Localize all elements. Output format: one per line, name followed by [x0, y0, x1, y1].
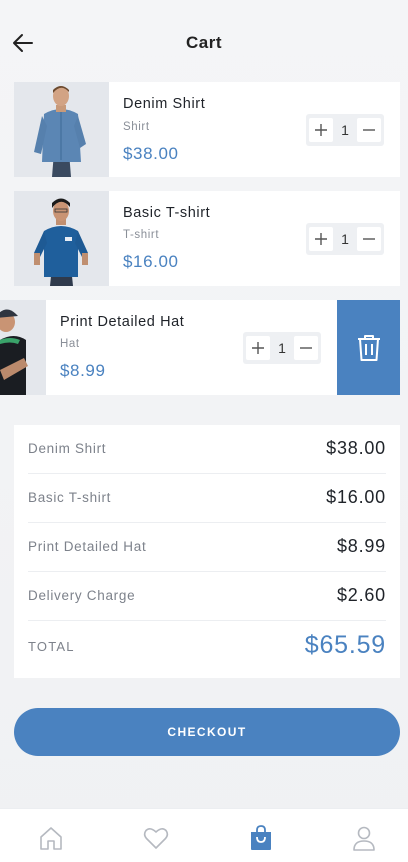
- summary-row: Delivery Charge $2.60: [28, 572, 386, 621]
- total-value: $65.59: [304, 631, 386, 659]
- user-icon[interactable]: [350, 824, 378, 852]
- summary-label: Delivery Charge: [28, 588, 136, 603]
- item-category: T-shirt: [123, 229, 160, 241]
- plus-icon: [315, 233, 327, 245]
- tshirt-photo: [14, 191, 109, 286]
- total-row: TOTAL $65.59: [28, 621, 386, 670]
- item-name: Denim Shirt: [123, 96, 206, 112]
- order-summary: Denim Shirt $38.00 Basic T-shirt $16.00 …: [14, 425, 400, 678]
- item-price: $16.00: [123, 252, 179, 271]
- increment-button[interactable]: [309, 227, 333, 251]
- product-image: [14, 191, 109, 286]
- bag-icon[interactable]: [247, 824, 275, 852]
- item-price: $8.99: [60, 361, 106, 380]
- decrement-button[interactable]: [356, 118, 381, 142]
- summary-label: Denim Shirt: [28, 441, 107, 456]
- quantity-stepper[interactable]: 1: [243, 332, 321, 364]
- minus-icon: [299, 347, 312, 349]
- plus-icon: [252, 342, 264, 354]
- item-name: Print Detailed Hat: [60, 314, 185, 330]
- total-label: TOTAL: [28, 639, 75, 654]
- quantity-value: 1: [278, 340, 286, 356]
- minus-icon: [362, 129, 375, 131]
- plus-icon: [315, 124, 327, 136]
- summary-row: Basic T-shirt $16.00: [28, 474, 386, 523]
- cart-item-swiped[interactable]: Print Detailed Hat Hat $8.99 1: [0, 300, 337, 395]
- increment-button[interactable]: [309, 118, 333, 142]
- minus-icon: [362, 238, 375, 240]
- summary-value: $8.99: [336, 536, 386, 556]
- app-header: Cart: [0, 0, 408, 84]
- quantity-stepper[interactable]: 1: [306, 114, 384, 146]
- item-name: Basic T-shirt: [123, 205, 211, 221]
- home-icon[interactable]: [37, 824, 65, 852]
- quantity-value: 1: [341, 231, 349, 247]
- delete-item-button[interactable]: [337, 300, 400, 395]
- decrement-button[interactable]: [293, 336, 318, 360]
- quantity-value: 1: [341, 122, 349, 138]
- heart-icon[interactable]: [142, 824, 170, 852]
- product-image: [0, 300, 46, 395]
- page-title: Cart: [185, 33, 222, 52]
- checkout-button[interactable]: CHECKOUT: [14, 708, 400, 756]
- summary-label: Print Detailed Hat: [28, 539, 147, 554]
- quantity-stepper[interactable]: 1: [306, 223, 384, 255]
- decrement-button[interactable]: [356, 227, 381, 251]
- denim-shirt-photo: [14, 82, 109, 177]
- item-price: $38.00: [123, 144, 179, 163]
- summary-row: Print Detailed Hat $8.99: [28, 523, 386, 572]
- cart-item[interactable]: Basic T-shirt T-shirt $16.00 1: [14, 191, 400, 286]
- item-category: Hat: [60, 338, 80, 350]
- hat-photo: [0, 300, 46, 395]
- summary-value: $16.00: [326, 487, 386, 507]
- summary-row: Denim Shirt $38.00: [28, 425, 386, 474]
- trash-icon: [357, 334, 380, 361]
- item-category: Shirt: [123, 121, 150, 133]
- summary-value: $2.60: [336, 585, 386, 605]
- product-image: [14, 82, 109, 177]
- cart-item[interactable]: Denim Shirt Shirt $38.00 1: [14, 82, 400, 177]
- bottom-nav: [0, 808, 408, 862]
- summary-label: Basic T-shirt: [28, 490, 112, 505]
- increment-button[interactable]: [246, 336, 270, 360]
- summary-value: $38.00: [326, 438, 386, 458]
